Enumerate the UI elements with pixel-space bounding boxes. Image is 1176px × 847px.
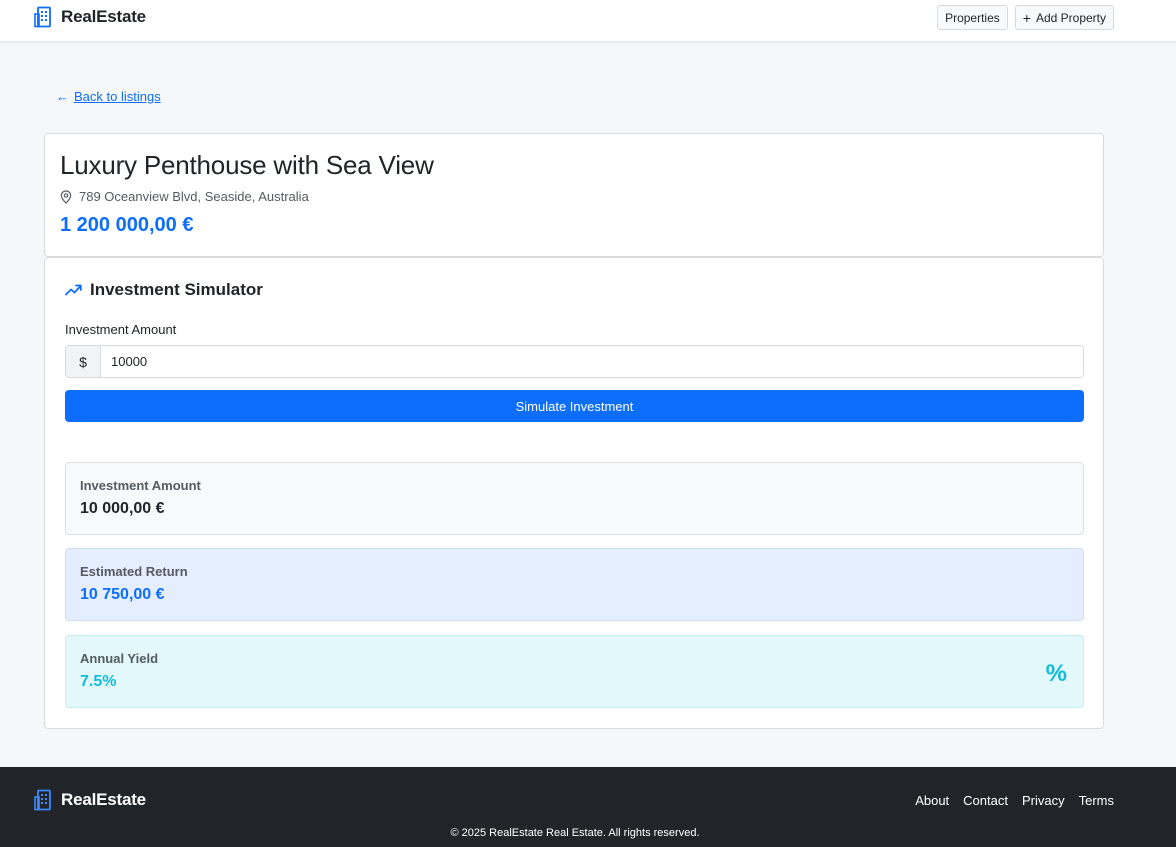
result-yield-value: 7.5% (80, 673, 117, 690)
result-return-label: Estimated Return (80, 564, 188, 579)
investment-amount-input-group: $ (65, 345, 1084, 378)
building-icon (34, 789, 51, 811)
footer-link-privacy[interactable]: Privacy (1022, 793, 1065, 808)
property-summary-card: Luxury Penthouse with Sea View 789 Ocean… (44, 133, 1104, 257)
property-address-text: 789 Oceanview Blvd, Seaside, Australia (79, 189, 309, 204)
result-investment-label: Investment Amount (80, 478, 201, 493)
top-navbar: RealEstate Properties + Add Property (0, 0, 1176, 42)
footer-link-terms[interactable]: Terms (1079, 793, 1114, 808)
footer-link-about[interactable]: About (915, 793, 949, 808)
building-icon (34, 6, 51, 28)
result-investment-value: 10 000,00 € (80, 500, 165, 517)
result-return-value: 10 750,00 € (80, 586, 165, 603)
investment-amount-label: Investment Amount (65, 322, 177, 337)
result-annual-yield: Annual Yield 7.5% % (65, 635, 1084, 708)
result-yield-label: Annual Yield (80, 651, 159, 666)
plus-icon: + (1022, 9, 1031, 26)
back-link-label: Back to listings (74, 89, 161, 104)
graph-up-arrow-icon (65, 284, 82, 296)
copyright-text: © 2025 RealEstate Real Estate. All right… (450, 827, 700, 839)
footer: RealEstate About Contact Privacy Terms ©… (0, 767, 1176, 847)
investment-amount-input[interactable] (101, 346, 1083, 377)
add-property-button[interactable]: + Add Property (1014, 5, 1114, 30)
footer-link-contact[interactable]: Contact (963, 793, 1008, 808)
property-address: 789 Oceanview Blvd, Seaside, Australia (60, 189, 309, 204)
geo-pin-icon (60, 189, 72, 204)
navbar-brand[interactable]: RealEstate (34, 6, 146, 28)
navbar-actions: Properties + Add Property (937, 5, 1114, 30)
property-price: 1 200 000,00 € (60, 214, 194, 236)
footer-brand[interactable]: RealEstate (34, 789, 146, 811)
simulator-title: Investment Simulator (90, 280, 263, 299)
percent-icon: % (1045, 660, 1067, 687)
investment-simulator-card: Investment Simulator Investment Amount $… (44, 257, 1104, 729)
property-title: Luxury Penthouse with Sea View (60, 150, 434, 180)
simulate-investment-button[interactable]: Simulate Investment (65, 390, 1084, 422)
simulator-header: Investment Simulator (65, 280, 263, 300)
properties-button[interactable]: Properties (937, 5, 1008, 30)
back-to-listings-link[interactable]: ← Back to listings (56, 89, 161, 104)
result-estimated-return: Estimated Return 10 750,00 € (65, 548, 1084, 621)
footer-links: About Contact Privacy Terms (915, 793, 1114, 808)
currency-prefix: $ (66, 346, 101, 377)
result-investment-amount: Investment Amount 10 000,00 € (65, 462, 1084, 535)
properties-button-label: Properties (945, 10, 1000, 25)
footer-brand-name: RealEstate (61, 790, 146, 809)
add-property-button-label: Add Property (1035, 10, 1106, 25)
brand-name: RealEstate (61, 7, 146, 26)
arrow-left-icon: ← (56, 89, 69, 104)
